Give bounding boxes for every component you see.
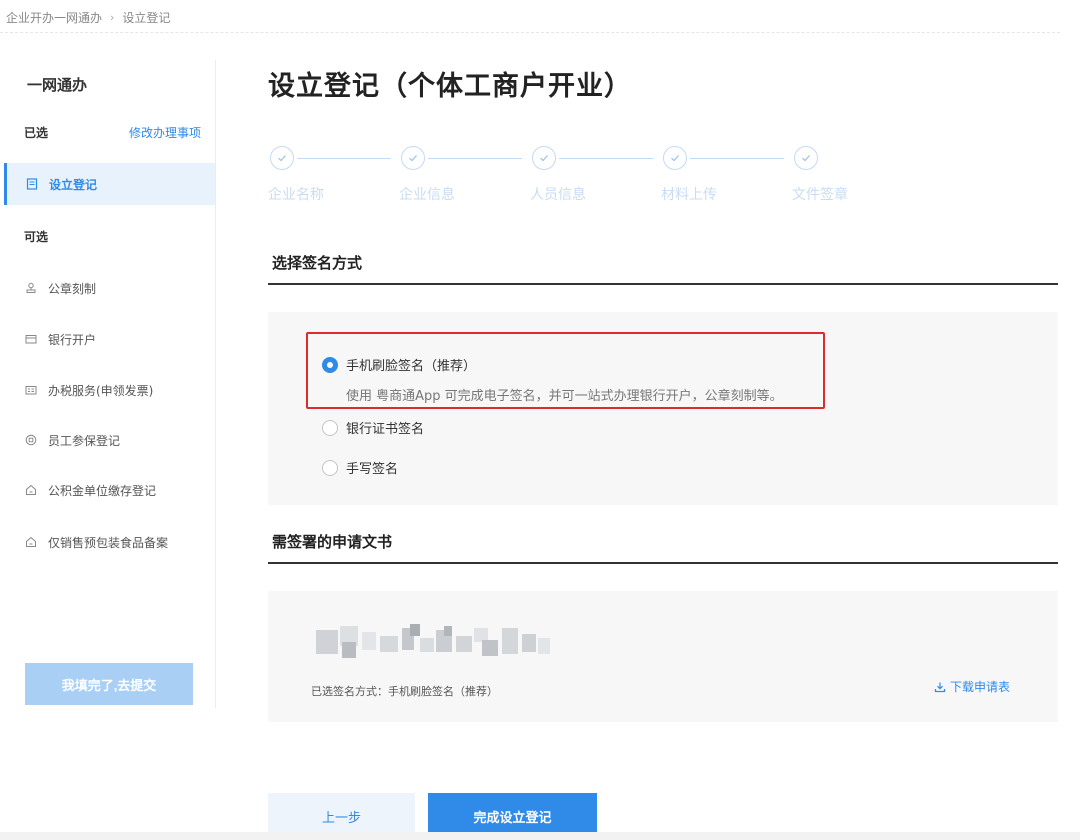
sidebar-item-housing-fund[interactable]: 公积金单位缴存登记 [24,480,156,500]
step-label: 企业名称 [268,187,324,203]
section-divider [268,283,1058,285]
check-icon [401,146,425,170]
step-connector [559,158,653,159]
step-company-name: 企业名称 [268,146,324,203]
check-icon [270,146,294,170]
step-material-upload: 材料上传 [661,146,717,203]
breadcrumb-divider [0,32,1060,33]
radio-face-sign[interactable]: 手机刷脸签名（推荐） [322,355,476,374]
check-icon [794,146,818,170]
selected-label: 已选 [24,126,49,140]
step-document-signing: 文件签章 [792,146,848,203]
sidebar-item-bank-account[interactable]: 银行开户 [24,329,96,349]
sidebar-item-food-filing[interactable]: 仅销售预包装食品备案 [24,532,168,552]
sidebar-item-label: 设立登记 [49,177,98,192]
sidebar-item-label: 仅销售预包装食品备案 [48,535,169,550]
sign-description: 使用 粤商通App 可完成电子签名，并可一站式办理银行开户，公章刻制等。 [346,389,783,404]
step-label: 人员信息 [530,187,586,203]
radio-label: 银行证书签名 [346,422,425,437]
step-connector [297,158,391,159]
radio-unchecked-icon [322,459,338,476]
step-label: 文件签章 [792,187,848,203]
sidebar-item-establish-registration[interactable]: 设立登记 [4,163,215,205]
stamp-icon [24,281,38,295]
step-label: 材料上传 [661,187,717,203]
radio-bank-cert-sign[interactable]: 银行证书签名 [322,418,424,437]
sidebar-item-employee-insurance[interactable]: 员工参保登记 [24,430,120,450]
breadcrumb-separator: › [110,11,115,24]
sidebar-item-label: 银行开户 [48,332,97,347]
modify-items-link[interactable]: 修改办理事项 [129,124,201,141]
sidebar-item-label: 公章刻制 [48,281,97,296]
sidebar-title: 一网通办 [27,76,88,94]
step-label: 企业信息 [399,187,455,203]
selected-sign-method-text: 已选签名方式：手机刷脸签名（推荐） [311,685,498,698]
step-personnel-info: 人员信息 [530,146,586,203]
invoice-icon [24,383,38,397]
radio-unchecked-icon [322,419,338,436]
step-connector [428,158,522,159]
blurred-document-name [316,624,552,660]
breadcrumb: 企业开办一网通办 › 设立登记 [6,9,170,26]
step-connector [690,158,784,159]
download-label: 下载申请表 [950,680,1011,694]
sidebar-item-seal-engraving[interactable]: 公章刻制 [24,278,96,298]
submit-button[interactable]: 我填完了,去提交 [25,663,193,705]
optional-label: 可选 [24,230,49,244]
radio-label: 手机刷脸签名（推荐） [346,359,477,374]
progress-steps: 企业名称 企业信息 人员信息 材料上传 文件签章 [268,146,928,216]
bottom-bar [0,832,1080,840]
sidebar-item-label: 办税服务(申领发票) [48,383,154,398]
radio-label: 手写签名 [346,462,399,477]
document-icon [25,177,39,191]
section-divider [268,562,1058,564]
breadcrumb-current: 设立登记 [122,11,171,25]
sidebar-item-label: 公积金单位缴存登记 [48,483,157,498]
check-icon [663,146,687,170]
shield-icon [24,433,38,447]
download-form-link[interactable]: 下载申请表 [934,678,1010,695]
sidebar-item-label: 员工参保登记 [48,433,121,448]
step-company-info: 企业信息 [399,146,455,203]
building-icon [24,535,38,549]
section-title-sign-method: 选择签名方式 [272,254,363,272]
breadcrumb-root[interactable]: 企业开办一网通办 [6,9,102,26]
section-title-documents: 需签署的申请文书 [272,533,393,551]
building-icon [24,483,38,497]
sidebar: 一网通办 已选 修改办理事项 设立登记 可选 公章刻制 银行开户 办税服务(申领… [0,60,216,708]
page-title: 设立登记（个体工商户开业） [268,71,632,102]
check-icon [532,146,556,170]
download-icon [934,681,946,693]
radio-handwritten-sign[interactable]: 手写签名 [322,458,398,477]
sidebar-item-tax-service[interactable]: 办税服务(申领发票) [24,380,153,400]
card-icon [24,332,38,346]
radio-checked-icon [322,356,338,373]
